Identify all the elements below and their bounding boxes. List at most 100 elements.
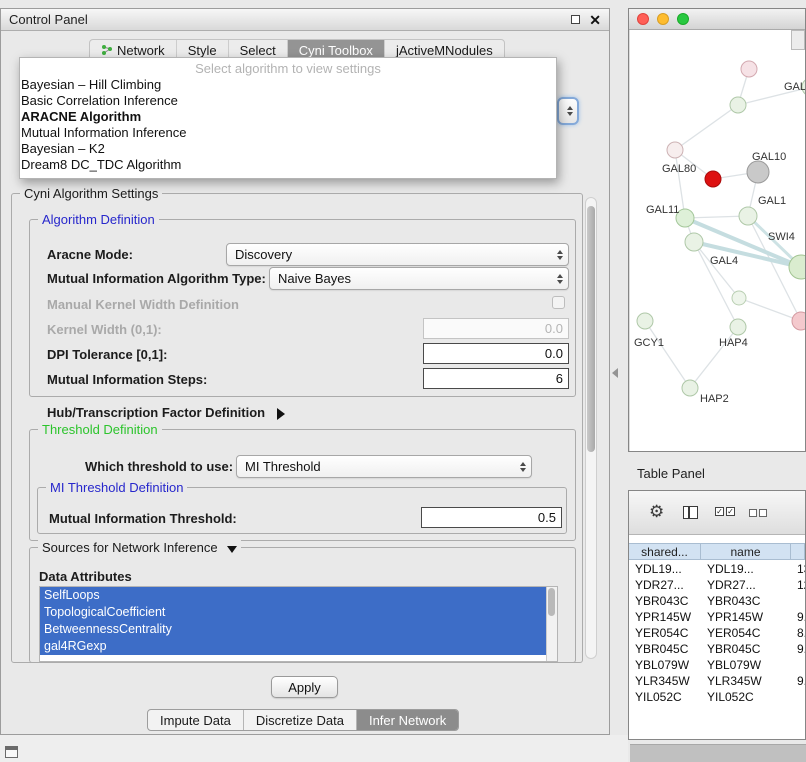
which-threshold-label: Which threshold to use: (85, 459, 233, 474)
kernel-width-field[interactable] (423, 318, 569, 339)
close-window-icon[interactable] (637, 13, 649, 25)
close-panel-icon[interactable]: ✕ (589, 13, 601, 27)
table-cell: YLR345W (629, 674, 701, 688)
table-panel-window: ⚙ ✓✓ shared... name YDL19...YDL19...13YD… (628, 490, 806, 740)
tab-impute-data[interactable]: Impute Data (148, 710, 243, 730)
mi-steps-field[interactable] (423, 368, 569, 389)
algorithm-option[interactable]: Dream8 DC_TDC Algorithm (20, 157, 556, 173)
tab-infer-network[interactable]: Infer Network (356, 710, 458, 730)
algorithm-option[interactable]: Bayesian – Hill Climbing (20, 77, 556, 93)
mi-type-value: Naive Bayes (278, 271, 553, 286)
network-node[interactable] (739, 207, 757, 225)
float-panel-icon[interactable] (571, 15, 580, 24)
network-canvas[interactable]: GAL80GAL10GAL11GAL1SWI4GAL4GCY1HAP4HAP2G… (630, 30, 806, 452)
attribute-list-item[interactable]: gal4RGexp (40, 638, 546, 655)
network-tab-icon (101, 44, 113, 56)
attribute-list-item[interactable]: BetweennessCentrality (40, 621, 546, 638)
table-row[interactable]: YIL052CYIL052C (629, 689, 805, 705)
table-row[interactable]: YDL19...YDL19...13 (629, 561, 805, 577)
network-node[interactable] (792, 312, 806, 330)
attribute-list-scrollbar-thumb[interactable] (548, 588, 555, 616)
kernel-width-label: Kernel Width (0,1): (47, 322, 162, 337)
application-root: Control Panel ✕ Network Style (0, 0, 806, 762)
algorithm-option[interactable]: Basic Correlation Inference (20, 93, 556, 109)
network-node[interactable] (682, 380, 698, 396)
mi-type-select[interactable]: Naive Bayes (269, 267, 569, 290)
tab-impute-data-label: Impute Data (160, 713, 231, 728)
hub-definition-toggle[interactable]: Hub/Transcription Factor Definition (47, 405, 285, 420)
algorithm-popup-list: Bayesian – Hill ClimbingBasic Correlatio… (20, 77, 556, 173)
aracne-mode-select[interactable]: Discovery (226, 243, 569, 266)
table-row[interactable]: YPR145WYPR145W9. (629, 609, 805, 625)
column-header-shared-name[interactable]: shared... (629, 544, 701, 559)
minimize-window-icon[interactable] (657, 13, 669, 25)
network-node[interactable] (685, 233, 703, 251)
settings-scrollbar-thumb[interactable] (587, 206, 595, 452)
algorithm-option[interactable]: Bayesian – K2 (20, 141, 556, 157)
which-threshold-select[interactable]: MI Threshold (236, 455, 532, 478)
which-threshold-value: MI Threshold (245, 459, 516, 474)
table-cell: YBR043C (629, 594, 701, 608)
network-node-label: GAL10 (752, 151, 786, 163)
attribute-list-item[interactable]: TopologicalCoefficient (40, 604, 546, 621)
data-attributes-items: SelfLoopsTopologicalCoefficientBetweenne… (40, 587, 557, 655)
table-cell: YDR27... (629, 578, 701, 592)
column-header-name[interactable]: name (701, 544, 791, 559)
table-cell: YLR345W (701, 674, 791, 688)
attribute-list-scrollbar[interactable] (546, 587, 557, 661)
table-row[interactable]: YLR345WYLR345W9. (629, 673, 805, 689)
column-header-partial[interactable] (791, 544, 805, 559)
combo-arrows-icon (557, 274, 563, 284)
algorithm-option[interactable]: ARACNE Algorithm (20, 109, 556, 125)
manual-kernel-checkbox[interactable] (552, 296, 565, 309)
apply-button[interactable]: Apply (271, 676, 338, 698)
dpi-tolerance-field[interactable] (423, 343, 569, 364)
table-cell: YBL079W (701, 658, 791, 672)
table-cell: YBR045C (701, 642, 791, 656)
splitter-collapse-arrow[interactable] (612, 368, 618, 378)
network-scrollbar-box[interactable] (791, 30, 805, 50)
network-node-label: GAL4 (710, 255, 738, 267)
network-node[interactable] (730, 97, 746, 113)
network-node[interactable] (705, 171, 721, 187)
network-node[interactable] (637, 313, 653, 329)
sources-group-title[interactable]: Sources for Network Inference (38, 540, 241, 555)
table-rows: YDL19...YDL19...13YDR27...YDR27...12YBR0… (629, 561, 805, 705)
minimized-panel-icon[interactable] (5, 746, 18, 758)
algorithm-popup-placeholder: Select algorithm to view settings (20, 60, 556, 77)
table-row[interactable]: YBR045CYBR045C9. (629, 641, 805, 657)
mi-threshold-field[interactable] (421, 507, 562, 528)
select-all-columns-icon[interactable]: ✓✓ (715, 507, 735, 516)
combo-arrows-icon (520, 462, 526, 472)
gear-icon[interactable]: ⚙ (649, 502, 664, 522)
network-edge[interactable] (645, 321, 690, 388)
network-node[interactable] (741, 61, 757, 77)
expand-right-icon (277, 408, 285, 420)
manual-kernel-label: Manual Kernel Width Definition (47, 297, 239, 312)
deselect-all-columns-icon[interactable] (749, 509, 767, 517)
table-row[interactable]: YER054CYER054C8. (629, 625, 805, 641)
network-edge[interactable] (675, 105, 738, 150)
tab-jactivemnodules-label: jActiveMNodules (396, 43, 493, 58)
network-node[interactable] (730, 319, 746, 335)
algorithm-option[interactable]: Mutual Information Inference (20, 125, 556, 141)
zoom-window-icon[interactable] (677, 13, 689, 25)
tab-network-label: Network (117, 43, 165, 58)
tab-discretize-data[interactable]: Discretize Data (243, 710, 356, 730)
network-node[interactable] (667, 142, 683, 158)
table-row[interactable]: YDR27...YDR27...12 (629, 577, 805, 593)
table-row[interactable]: YBL079WYBL079W (629, 657, 805, 673)
network-node[interactable] (732, 291, 746, 305)
table-cell: 9. (791, 610, 805, 624)
attribute-list-item[interactable]: SelfLoops (40, 587, 546, 604)
algorithm-combobox-fragment[interactable] (557, 97, 579, 125)
settings-scrollbar[interactable] (585, 197, 597, 659)
network-node[interactable] (747, 161, 769, 183)
tab-style-label: Style (188, 43, 217, 58)
network-node-label: GCY1 (634, 337, 664, 349)
tab-discretize-data-label: Discretize Data (256, 713, 344, 728)
cyni-algorithm-settings-title: Cyni Algorithm Settings (20, 186, 162, 201)
show-columns-icon[interactable] (683, 506, 698, 519)
table-row[interactable]: YBR043CYBR043C (629, 593, 805, 609)
table-cell: YDR27... (701, 578, 791, 592)
